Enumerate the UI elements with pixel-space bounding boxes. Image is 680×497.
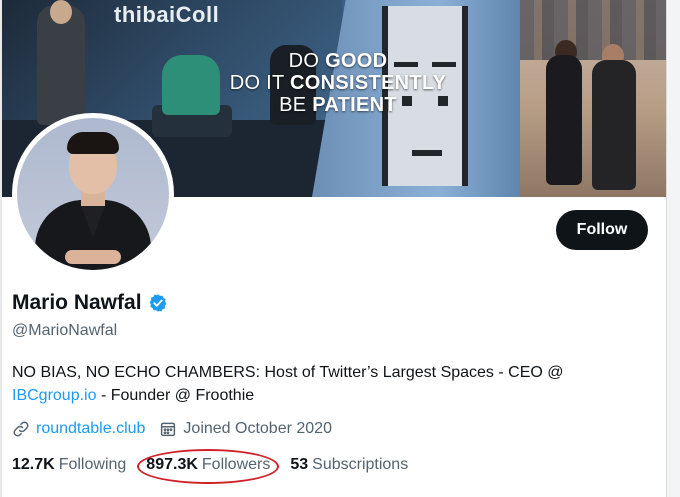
link-icon	[12, 420, 30, 438]
followers-stat[interactable]: 897.3K Followers	[146, 456, 270, 474]
subscriptions-label: Subscriptions	[312, 456, 409, 473]
verified-badge-icon[interactable]	[148, 293, 168, 313]
profile-bio: NO BIAS, NO ECHO CHAMBERS: Host of Twitt…	[12, 361, 612, 407]
following-count: 12.7K	[12, 456, 55, 473]
banner-quote-line-1: DO GOOD	[288, 50, 388, 72]
banner-quote: DO GOOD DO IT CONSISTENTLY BE PATIENT	[218, 50, 458, 116]
follow-button[interactable]: Follow	[556, 210, 648, 250]
followers-count: 897.3K	[146, 456, 198, 473]
banner-quote-line-3: BE PATIENT	[279, 94, 397, 116]
profile-stats: 12.7K Following 897.3K Followers 53 Subs…	[12, 456, 428, 474]
bio-link-ibcgroup[interactable]: IBCgroup.io	[12, 387, 97, 404]
avatar[interactable]	[12, 113, 174, 275]
following-stat[interactable]: 12.7K Following	[12, 456, 126, 474]
subscriptions-stat[interactable]: 53 Subscriptions	[290, 456, 408, 474]
scrollbar-track[interactable]	[666, 0, 680, 497]
banner-quote-line-2: DO IT CONSISTENTLY	[229, 72, 447, 94]
banner-logo-text: thibaiColl	[114, 2, 220, 27]
website-link[interactable]: roundtable.club	[36, 420, 145, 438]
subscriptions-count: 53	[290, 456, 309, 473]
profile-name-row: Mario Nawfal	[12, 291, 168, 315]
bio-text-line-1: NO BIAS, NO ECHO CHAMBERS: Host of Twitt…	[12, 364, 564, 381]
following-label: Following	[58, 456, 127, 473]
bio-text-line-2: - Founder @ Froothie	[96, 387, 255, 404]
profile-card: thibaiColl DO GOOD DO IT CONSISTENTLY BE…	[2, 0, 666, 497]
calendar-icon	[159, 420, 177, 438]
profile-handle: @MarioNawfal	[12, 322, 118, 339]
joined-item: Joined October 2020	[159, 420, 332, 438]
avatar-photo	[17, 118, 169, 270]
joined-date: Joined October 2020	[183, 420, 332, 437]
profile-meta: roundtable.club Joined October 2020	[12, 420, 346, 438]
followers-label: Followers	[201, 456, 271, 473]
display-name: Mario Nawfal	[12, 291, 142, 314]
website-item: roundtable.club	[12, 420, 145, 438]
